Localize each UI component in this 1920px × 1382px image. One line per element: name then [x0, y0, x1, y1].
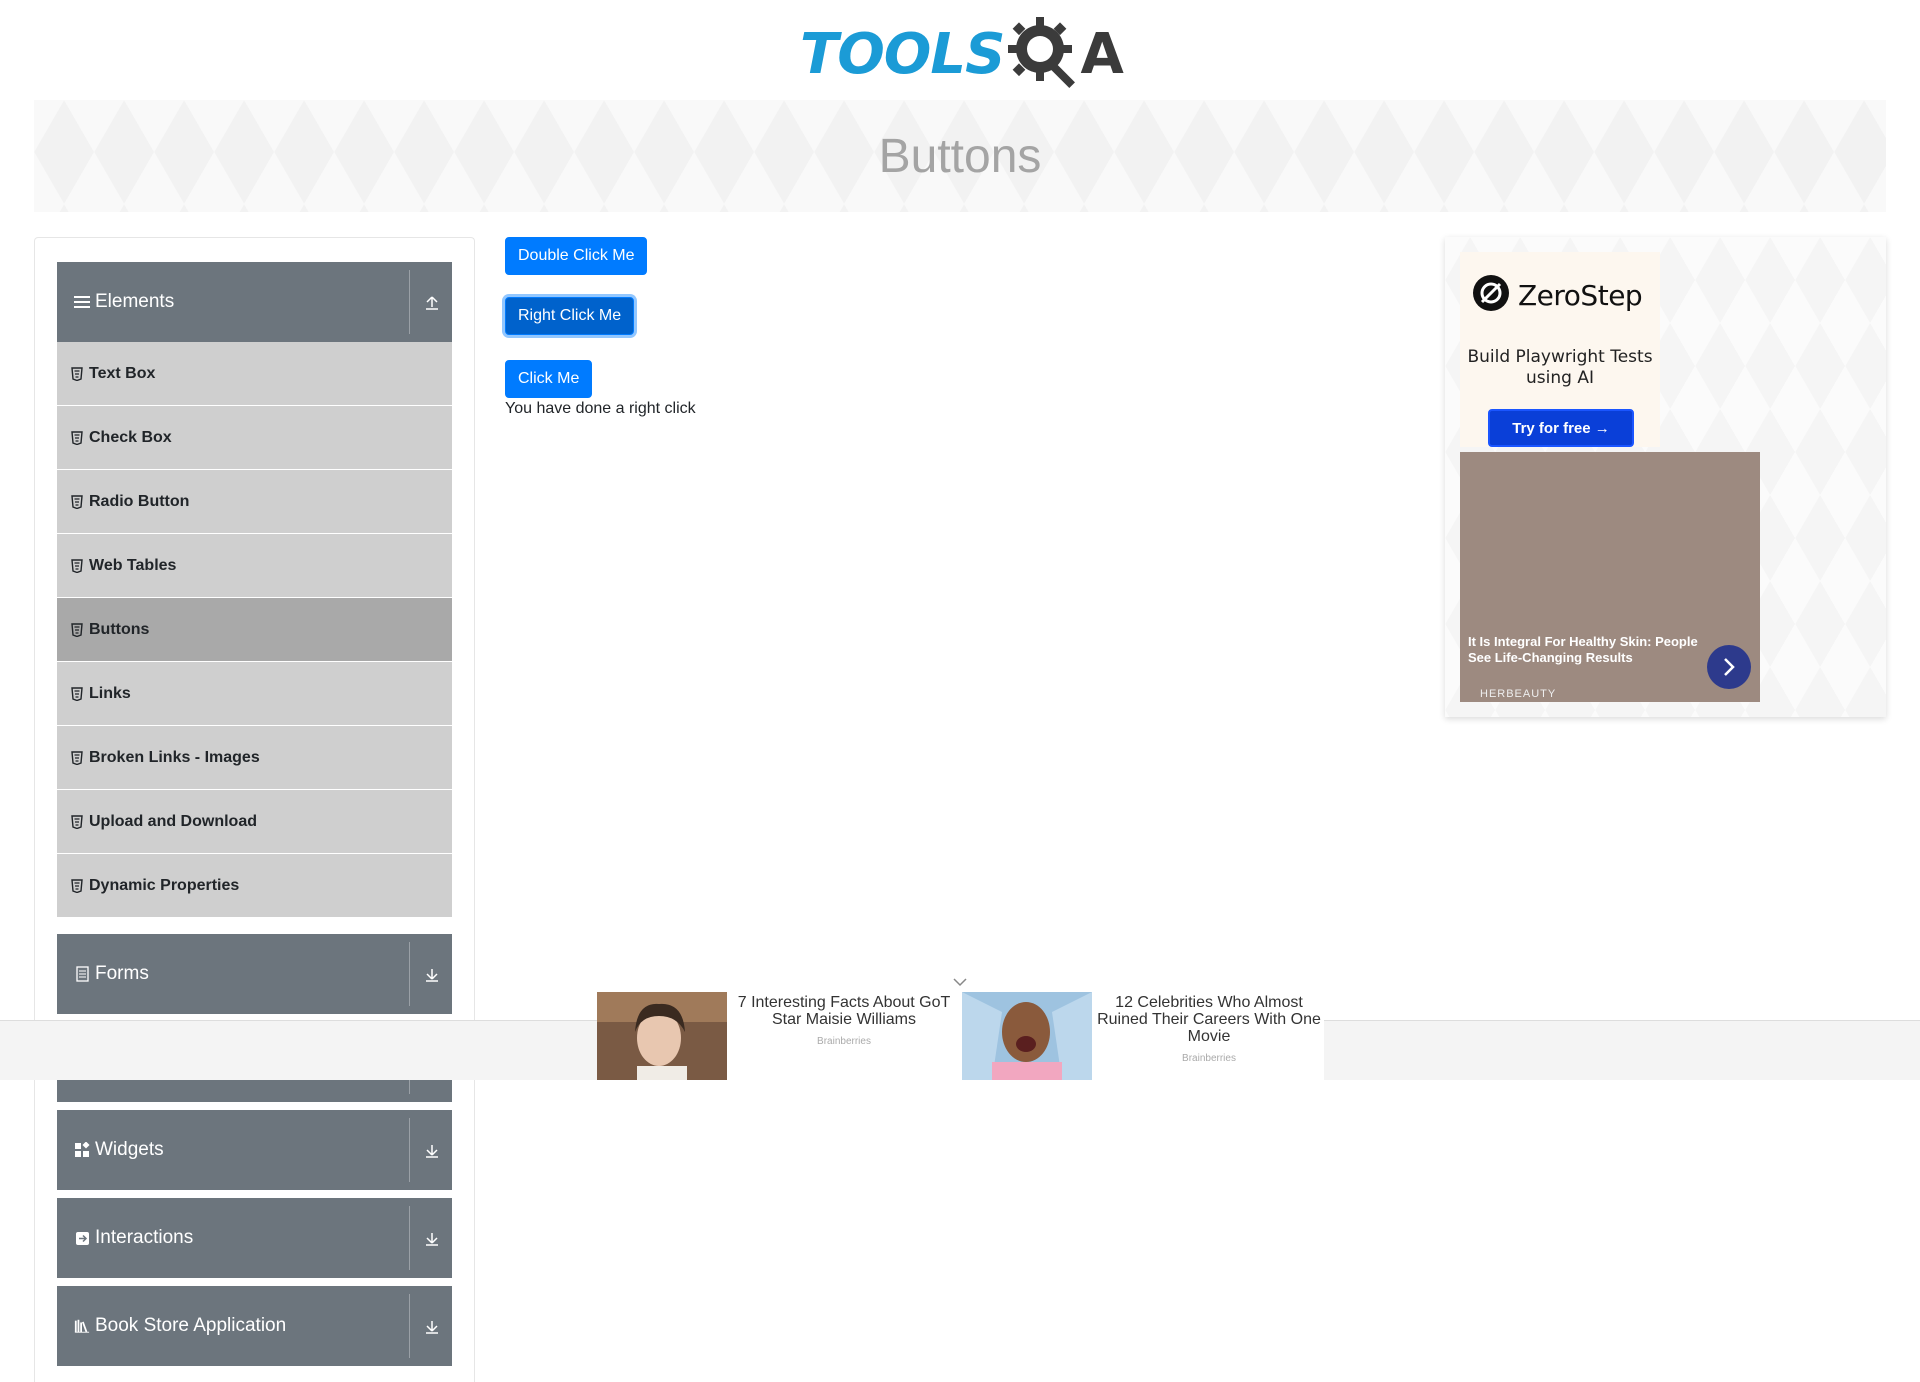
chevron-right-icon[interactable] [1707, 645, 1751, 689]
html-file-icon [71, 430, 83, 445]
divider [409, 270, 410, 334]
chevron-down-icon[interactable] [952, 974, 968, 990]
ad-source: Brainberries [1182, 1053, 1236, 1064]
zerostep-name: ZeroStep [1518, 279, 1643, 312]
herbeauty-ad[interactable]: It Is Integral For Healthy Skin: People … [1460, 452, 1760, 702]
bottom-ad-container: 7 Interesting Facts About GoT Star Maisi… [597, 978, 1326, 1080]
zerostep-logo-icon [1472, 274, 1510, 317]
menu-item-broken-links[interactable]: Broken Links - Images [57, 726, 452, 790]
menu-item-label: Buttons [89, 620, 150, 638]
zerostep-tagline: Build Playwright Tests using AI [1467, 347, 1653, 388]
ad-thumbnail [962, 992, 1092, 1080]
html-file-icon [71, 686, 83, 701]
logo-tools-text: TOOLS [800, 21, 1005, 87]
html-file-icon [71, 558, 83, 573]
menu-item-label: Broken Links - Images [89, 748, 260, 766]
herbeauty-source: HERBEAUTY [1480, 688, 1557, 700]
books-icon [74, 1318, 90, 1334]
menu-item-radio-button[interactable]: Radio Button [57, 470, 452, 534]
group-header-forms[interactable]: Forms [57, 934, 452, 1014]
menu-item-label: Upload and Download [89, 812, 257, 830]
menu-item-dynamic-properties[interactable]: Dynamic Properties [57, 854, 452, 918]
group-label: Widgets [95, 1139, 164, 1160]
sidebar: Elements Text Box Check Box Radio Button… [34, 237, 475, 1382]
ad-title: 12 Celebrities Who Almost Ruined Their C… [1097, 994, 1321, 1045]
gear-magnifier-icon [1006, 15, 1078, 94]
ad-title: 7 Interesting Facts About GoT Star Maisi… [737, 994, 951, 1028]
group-label: Interactions [95, 1227, 194, 1248]
menu-item-label: Links [89, 684, 131, 702]
group-header-book-store[interactable]: Book Store Application [57, 1286, 452, 1366]
zerostep-ad[interactable]: ZeroStep Build Playwright Tests using AI… [1460, 252, 1660, 447]
expand-arrow-icon[interactable] [422, 1228, 442, 1248]
group-header-interactions[interactable]: Interactions [57, 1198, 452, 1278]
html-file-icon [71, 878, 83, 893]
group-label: Forms [95, 963, 149, 984]
page-title: Buttons [878, 129, 1042, 183]
logo-a-text: A [1080, 21, 1124, 87]
ad-tile-maisie[interactable]: 7 Interesting Facts About GoT Star Maisi… [597, 992, 961, 1080]
divider [409, 1294, 410, 1358]
html-file-icon [71, 622, 83, 637]
ad-thumbnail [597, 992, 727, 1080]
right-click-message: You have done a right click [505, 400, 696, 417]
ad-tile-celebrities[interactable]: 12 Celebrities Who Almost Ruined Their C… [962, 992, 1326, 1080]
hamburger-icon [74, 294, 90, 310]
menu-item-label: Dynamic Properties [89, 876, 240, 894]
menu-item-label: Web Tables [89, 556, 177, 574]
interactions-icon [74, 1230, 90, 1246]
html-file-icon [71, 366, 83, 381]
collapse-arrow-icon[interactable] [422, 292, 442, 312]
document-icon [74, 966, 90, 982]
ad-text: 12 Celebrities Who Almost Ruined Their C… [1092, 992, 1326, 1080]
group-header-widgets[interactable]: Widgets [57, 1110, 452, 1190]
divider [409, 1118, 410, 1182]
menu-item-label: Text Box [89, 364, 156, 382]
ad-source: Brainberries [817, 1036, 871, 1047]
expand-arrow-icon[interactable] [422, 1316, 442, 1336]
try-for-free-button[interactable]: Try for free → [1488, 409, 1634, 447]
herbeauty-headline: It Is Integral For Healthy Skin: People … [1468, 634, 1698, 665]
advertisement-panel: ZeroStep Build Playwright Tests using AI… [1445, 237, 1886, 717]
menu-item-links[interactable]: Links [57, 662, 452, 726]
menu-item-label: Radio Button [89, 492, 190, 510]
ad-text: 7 Interesting Facts About GoT Star Maisi… [727, 992, 961, 1080]
group-label: Book Store Application [95, 1315, 287, 1336]
group-label: Elements [95, 291, 175, 312]
menu-item-upload-download[interactable]: Upload and Download [57, 790, 452, 854]
double-click-button[interactable]: Double Click Me [505, 237, 648, 275]
html-file-icon [71, 814, 83, 829]
menu-item-check-box[interactable]: Check Box [57, 406, 452, 470]
group-header-elements[interactable]: Elements [57, 262, 452, 342]
divider [409, 942, 410, 1006]
page-banner: Buttons [34, 100, 1886, 212]
widgets-icon [74, 1142, 90, 1158]
right-click-button[interactable]: Right Click Me [505, 297, 635, 335]
menu-item-buttons[interactable]: Buttons [57, 598, 452, 662]
expand-arrow-icon[interactable] [422, 1140, 442, 1160]
click-me-button[interactable]: Click Me [505, 360, 593, 398]
expand-arrow-icon[interactable] [422, 964, 442, 984]
menu-item-label: Check Box [89, 428, 172, 446]
menu-item-web-tables[interactable]: Web Tables [57, 534, 452, 598]
site-header: TOOLS A [0, 0, 1920, 100]
menu-item-text-box[interactable]: Text Box [57, 342, 452, 406]
toolsqa-logo[interactable]: TOOLS A [800, 14, 1124, 94]
divider [409, 1206, 410, 1270]
html-file-icon [71, 494, 83, 509]
zerostep-brand: ZeroStep [1472, 274, 1643, 317]
html-file-icon [71, 750, 83, 765]
elements-menu-list: Text Box Check Box Radio Button Web Tabl… [57, 342, 452, 918]
